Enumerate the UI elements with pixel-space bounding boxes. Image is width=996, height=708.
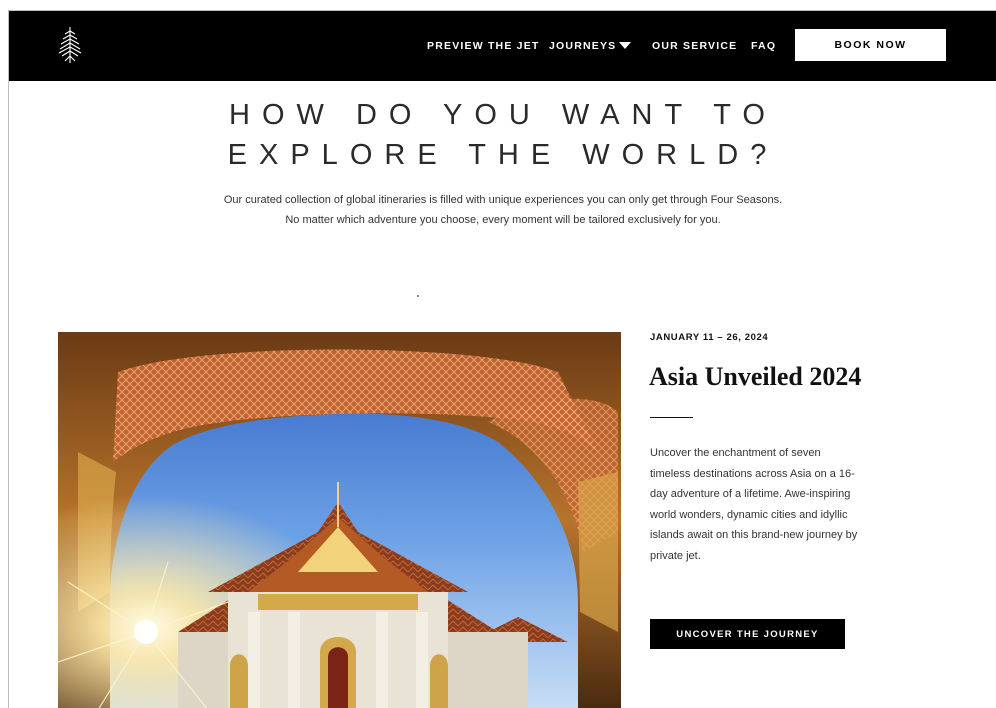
journey-date: JANUARY 11 – 26, 2024 xyxy=(650,332,769,343)
book-now-button[interactable]: BOOK NOW xyxy=(795,29,946,61)
nav-faq[interactable]: FAQ xyxy=(751,40,776,52)
four-seasons-tree-icon[interactable] xyxy=(56,25,84,65)
nav-preview-the-jet[interactable]: PREVIEW THE JET xyxy=(427,40,540,52)
page-frame: PREVIEW THE JET JOURNEYS OUR SERVICE FAQ… xyxy=(8,10,996,708)
chevron-down-icon[interactable] xyxy=(619,42,631,49)
top-navigation-bar: PREVIEW THE JET JOURNEYS OUR SERVICE FAQ… xyxy=(9,11,996,81)
intro-text-line-2: No matter which adventure you choose, ev… xyxy=(285,214,721,226)
nav-journeys[interactable]: JOURNEYS xyxy=(549,40,616,52)
title-divider xyxy=(650,417,693,418)
uncover-journey-button[interactable]: UNCOVER THE JOURNEY xyxy=(650,619,845,649)
journey-description: Uncover the enchantment of seven timeles… xyxy=(650,447,858,562)
nav-our-service[interactable]: OUR SERVICE xyxy=(652,40,737,52)
page-headline-line-2: EXPLORE THE WORLD? xyxy=(227,139,779,171)
intro-text-line-1: Our curated collection of global itinera… xyxy=(223,194,783,206)
page-headline-line-1: HOW DO YOU WANT TO xyxy=(229,99,777,131)
temple-photo-illustration xyxy=(58,332,621,708)
journey-photo[interactable] xyxy=(58,332,621,708)
journey-title: Asia Unveiled 2024 xyxy=(649,362,862,391)
decorative-dot xyxy=(417,295,419,297)
